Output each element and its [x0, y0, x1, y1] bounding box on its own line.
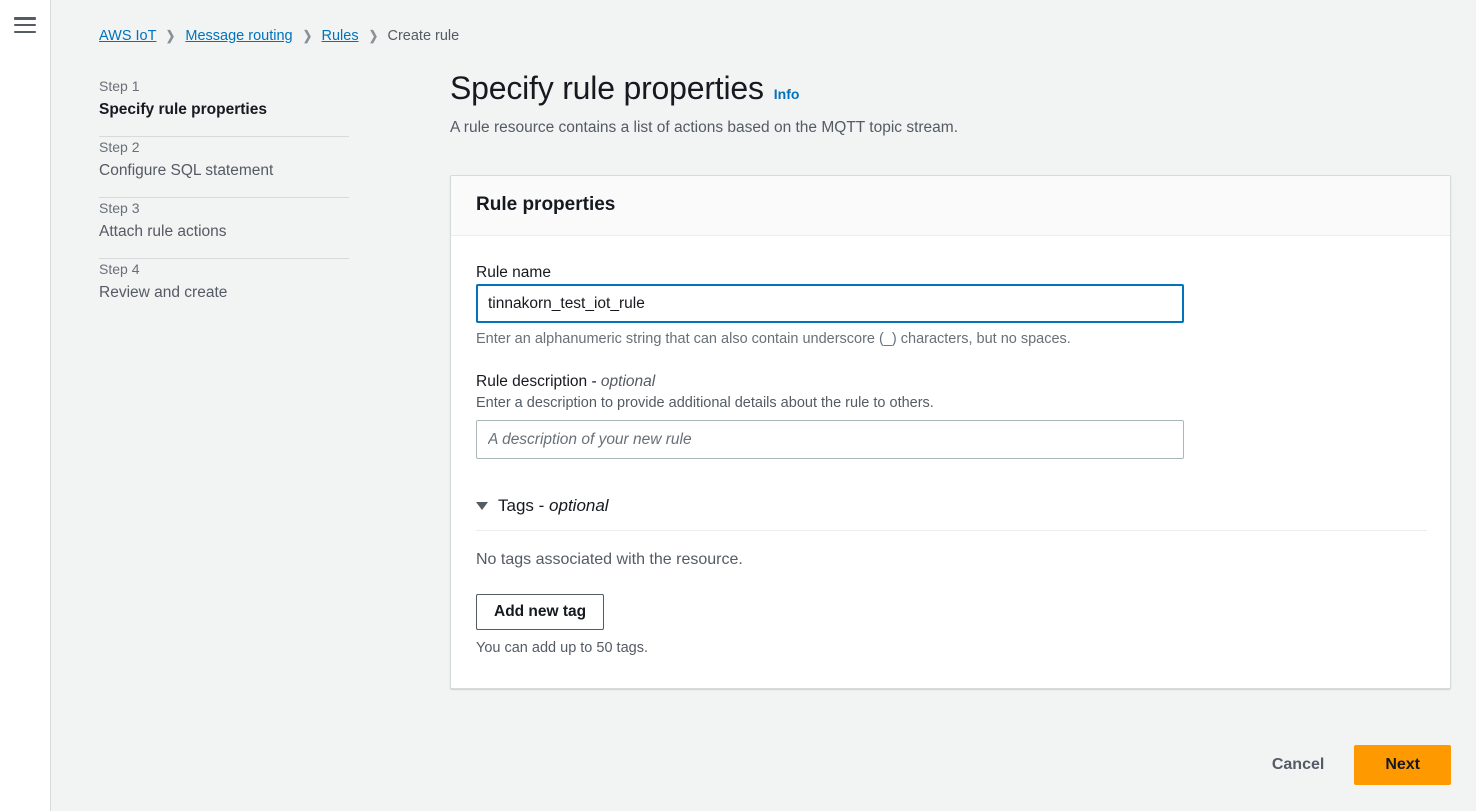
wizard-step-3-title: Attach rule actions	[99, 223, 227, 240]
wizard-step-4[interactable]: Step 4 Review and create	[99, 259, 349, 319]
breadcrumb-separator-icon: ❯	[368, 28, 378, 43]
wizard-step-2-title: Configure SQL statement	[99, 162, 274, 179]
breadcrumb-separator-icon: ❯	[302, 28, 312, 43]
breadcrumb-item-create-rule: Create rule	[387, 28, 460, 44]
wizard-step-4-title: Review and create	[99, 284, 228, 301]
left-nav-rail	[0, 0, 51, 811]
card-header: Rule properties	[451, 176, 1450, 236]
breadcrumb-item-message-routing[interactable]: Message routing	[185, 26, 292, 46]
footer-actions: Cancel Next	[450, 745, 1451, 785]
wizard-step-1[interactable]: Step 1 Specify rule properties	[99, 76, 349, 136]
rule-name-field-block: Rule name Enter an alphanumeric string t…	[476, 262, 1425, 349]
rule-description-label: Rule description - optional	[476, 373, 655, 390]
tags-empty-message: No tags associated with the resource.	[476, 551, 743, 568]
breadcrumb: AWS IoT ❯ Message routing ❯ Rules ❯ Crea…	[99, 26, 459, 46]
wizard-step-3-number: Step 3	[99, 200, 140, 216]
rule-description-description: Enter a description to provide additiona…	[476, 395, 934, 411]
page-subtitle: A rule resource contains a list of actio…	[450, 119, 959, 136]
rule-name-label: Rule name	[476, 264, 551, 281]
card-title: Rule properties	[476, 194, 616, 215]
page-heading: Specify rule properties Info	[450, 68, 1451, 108]
content-area: AWS IoT ❯ Message routing ❯ Rules ❯ Crea…	[51, 0, 1476, 811]
add-new-tag-button[interactable]: Add new tag	[476, 594, 605, 630]
wizard-step-1-number: Step 1	[99, 78, 140, 94]
page-title: Specify rule properties	[450, 70, 764, 106]
rule-description-optional-text: optional	[600, 373, 656, 390]
hamburger-menu-icon[interactable]	[14, 17, 36, 33]
wizard-step-4-number: Step 4	[99, 261, 140, 277]
rule-name-input[interactable]	[476, 284, 1184, 323]
rule-name-hint: Enter an alphanumeric string that can al…	[476, 331, 1071, 347]
rule-description-input[interactable]	[476, 420, 1184, 459]
tags-optional-text: optional	[549, 496, 609, 515]
tags-title-text: Tags -	[498, 496, 550, 515]
breadcrumb-item-rules[interactable]: Rules	[322, 26, 359, 46]
hamburger-bar	[14, 30, 36, 33]
caret-down-icon	[476, 502, 488, 510]
wizard-step-2-number: Step 2	[99, 139, 140, 155]
wizard-step-1-title: Specify rule properties	[99, 101, 267, 118]
aws-console-page: AWS IoT ❯ Message routing ❯ Rules ❯ Crea…	[0, 0, 1476, 811]
breadcrumb-separator-icon: ❯	[166, 28, 176, 43]
tags-title: Tags - optional	[498, 494, 609, 518]
breadcrumb-item-aws-iot[interactable]: AWS IoT	[99, 26, 156, 46]
card-body: Rule name Enter an alphanumeric string t…	[451, 236, 1450, 688]
tags-section: Tags - optional No tags associated with …	[476, 494, 1427, 658]
info-link[interactable]: Info	[774, 86, 800, 102]
hamburger-bar	[14, 17, 36, 20]
wizard-step-3[interactable]: Step 3 Attach rule actions	[99, 198, 349, 258]
cancel-button[interactable]: Cancel	[1266, 748, 1330, 782]
tags-limit-text: You can add up to 50 tags.	[476, 640, 648, 656]
rule-properties-card: Rule properties Rule name Enter an alpha…	[450, 175, 1451, 689]
wizard-steps-sidebar: Step 1 Specify rule properties Step 2 Co…	[99, 76, 349, 319]
tags-toggle[interactable]: Tags - optional	[476, 494, 1425, 518]
tags-divider	[476, 530, 1427, 531]
main-column: Specify rule properties Info A rule reso…	[450, 68, 1451, 689]
rule-description-field-block: Rule description - optional Enter a desc…	[476, 371, 1425, 459]
wizard-step-2[interactable]: Step 2 Configure SQL statement	[99, 137, 349, 197]
hamburger-bar	[14, 23, 36, 27]
rule-description-label-text: Rule description -	[476, 373, 601, 390]
next-button[interactable]: Next	[1354, 745, 1451, 785]
